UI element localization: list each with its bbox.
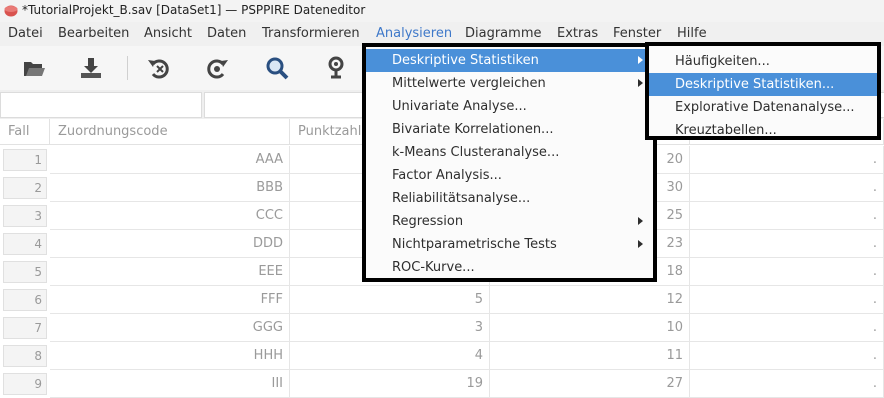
menu-item-mittelwerte-vergleichen[interactable]: Mittelwerte vergleichen	[366, 72, 653, 95]
submenu-item-label: Deskriptive Statistiken...	[675, 77, 835, 92]
menu-daten[interactable]: Daten	[207, 26, 246, 41]
menu-item-label: Univariate Analyse...	[392, 99, 527, 114]
cell-code[interactable]: HHH	[50, 342, 290, 370]
redo-icon[interactable]	[203, 54, 231, 82]
table-row: 9 III 19 27 .	[0, 370, 884, 398]
cell-code[interactable]: CCC	[50, 202, 290, 230]
submenu-item-kreuztabellen[interactable]: Kreuztabellen...	[649, 119, 877, 142]
submenu-arrow-icon	[638, 79, 643, 87]
window-title: *TutorialProjekt_B.sav [DataSet1] — PSPP…	[22, 3, 366, 17]
cell-missing[interactable]: .	[690, 230, 884, 258]
cell-value[interactable]: 10	[490, 314, 690, 342]
submenu-item-haeufigkeiten[interactable]: Häufigkeiten...	[649, 50, 877, 73]
cell-punktzahl[interactable]: 3	[290, 314, 490, 342]
menu-hilfe[interactable]: Hilfe	[677, 26, 707, 41]
row-number[interactable]: 6	[3, 289, 47, 311]
menu-item-roc-kurve[interactable]: ROC-Kurve...	[366, 256, 653, 279]
menu-ansicht[interactable]: Ansicht	[144, 26, 192, 41]
save-icon[interactable]	[77, 54, 105, 82]
cell-code[interactable]: EEE	[50, 258, 290, 286]
menu-item-univariate-analyse[interactable]: Univariate Analyse...	[366, 95, 653, 118]
toolbar-separator	[127, 56, 128, 80]
cell-missing[interactable]: .	[690, 202, 884, 230]
header-zuordnungscode[interactable]: Zuordnungscode	[50, 119, 290, 145]
menu-item-regression[interactable]: Regression	[366, 210, 653, 233]
cell-punktzahl[interactable]: 4	[290, 342, 490, 370]
cell-value[interactable]: 27	[490, 370, 690, 398]
cell-missing[interactable]: .	[690, 258, 884, 286]
variable-icon[interactable]	[322, 54, 350, 82]
menu-diagramme[interactable]: Diagramme	[465, 26, 541, 41]
cell-code[interactable]: AAA	[50, 146, 290, 174]
cell-code[interactable]: DDD	[50, 230, 290, 258]
menu-datei[interactable]: Datei	[8, 26, 43, 41]
row-number[interactable]: 7	[3, 317, 47, 339]
menu-item-label: Mittelwerte vergleichen	[392, 76, 546, 91]
row-number[interactable]: 2	[3, 177, 47, 199]
cell-punktzahl[interactable]: 19	[290, 370, 490, 398]
menu-item-label: k-Means Clusteranalyse...	[392, 145, 560, 160]
menu-item-label: Bivariate Korrelationen...	[392, 122, 554, 137]
cell-punktzahl[interactable]: 5	[290, 286, 490, 314]
submenu-arrow-icon	[638, 56, 643, 64]
cell-code[interactable]: FFF	[50, 286, 290, 314]
menu-item-label: ROC-Kurve...	[392, 260, 475, 275]
cell-missing[interactable]: .	[690, 286, 884, 314]
submenu-item-explorative-datenanalyse[interactable]: Explorative Datenanalyse...	[649, 96, 877, 119]
submenu-item-label: Explorative Datenanalyse...	[675, 100, 855, 115]
menu-item-label: Regression	[392, 214, 464, 229]
menu-item-factor-analysis[interactable]: Factor Analysis...	[366, 164, 653, 187]
menu-item-label: Nichtparametrische Tests	[392, 237, 557, 252]
menu-item-nichtparametrische-tests[interactable]: Nichtparametrische Tests	[366, 233, 653, 256]
submenu-item-label: Kreuztabellen...	[675, 123, 777, 138]
table-row: 7 GGG 3 10 .	[0, 314, 884, 342]
menu-item-label: Factor Analysis...	[392, 168, 502, 183]
row-number[interactable]: 4	[3, 233, 47, 255]
cell-missing[interactable]: .	[690, 370, 884, 398]
analysieren-menu: Deskriptive Statistiken Mittelwerte verg…	[362, 43, 657, 282]
menu-item-deskriptive-statistiken[interactable]: Deskriptive Statistiken	[366, 49, 653, 72]
menu-bearbeiten[interactable]: Bearbeiten	[58, 26, 129, 41]
cell-missing[interactable]: .	[690, 342, 884, 370]
cell-code[interactable]: BBB	[50, 174, 290, 202]
header-fall: Fall	[0, 119, 50, 145]
menu-item-label: Deskriptive Statistiken	[392, 53, 539, 68]
row-number[interactable]: 8	[3, 345, 47, 367]
menu-extras[interactable]: Extras	[557, 26, 598, 41]
submenu-item-label: Häufigkeiten...	[675, 54, 770, 69]
row-number[interactable]: 1	[3, 149, 47, 171]
title-bar: *TutorialProjekt_B.sav [DataSet1] — PSPP…	[0, 0, 884, 22]
row-number[interactable]: 3	[3, 205, 47, 227]
open-icon[interactable]	[20, 54, 48, 82]
cell-reference-box[interactable]	[0, 92, 202, 118]
menu-item-label: Reliabilitätsanalyse...	[392, 191, 531, 206]
table-row: 6 FFF 5 12 .	[0, 286, 884, 314]
cell-value[interactable]: 12	[490, 286, 690, 314]
undo-icon[interactable]	[145, 54, 173, 82]
table-row: 8 HHH 4 11 .	[0, 342, 884, 370]
menu-item-reliabilitaetsanalyse[interactable]: Reliabilitätsanalyse...	[366, 187, 653, 210]
submenu-item-deskriptive-statistiken[interactable]: Deskriptive Statistiken...	[649, 73, 877, 96]
cell-value[interactable]: 11	[490, 342, 690, 370]
menu-analysieren[interactable]: Analysieren	[376, 26, 452, 41]
deskriptive-statistiken-submenu: Häufigkeiten... Deskriptive Statistiken.…	[645, 42, 881, 140]
menu-fenster[interactable]: Fenster	[613, 26, 661, 41]
app-icon	[4, 5, 18, 17]
menu-item-bivariate-korrelationen[interactable]: Bivariate Korrelationen...	[366, 118, 653, 141]
cell-missing[interactable]: .	[690, 174, 884, 202]
menu-item-k-means-clusteranalyse[interactable]: k-Means Clusteranalyse...	[366, 141, 653, 164]
submenu-arrow-icon	[638, 240, 643, 248]
submenu-arrow-icon	[638, 217, 643, 225]
cell-missing[interactable]: .	[690, 314, 884, 342]
menu-transformieren[interactable]: Transformieren	[262, 26, 360, 41]
row-number[interactable]: 5	[3, 261, 47, 283]
find-icon[interactable]	[263, 54, 291, 82]
row-number[interactable]: 9	[3, 373, 47, 395]
cell-missing[interactable]: .	[690, 146, 884, 174]
cell-code[interactable]: GGG	[50, 314, 290, 342]
cell-code[interactable]: III	[50, 370, 290, 398]
